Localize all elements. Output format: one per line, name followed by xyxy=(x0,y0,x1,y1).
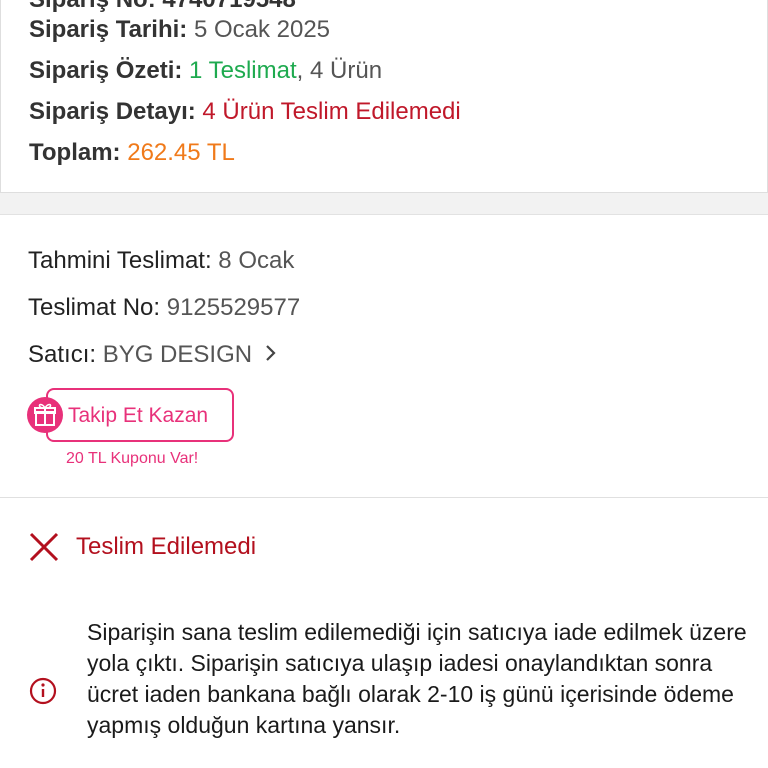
close-x-icon xyxy=(28,531,60,568)
delivery-number-label: Teslimat No: xyxy=(28,294,161,321)
chevron-right-icon xyxy=(265,341,277,369)
order-detail-row: Sipariş Detayı: 4 Ürün Teslim Edilemedi xyxy=(29,98,461,126)
delivery-number-value: 9125529577 xyxy=(166,294,301,321)
seller-label: Satıcı: xyxy=(28,341,97,368)
order-summary-card: Sipariş No: 4740719548 Sipariş Tarihi: 5… xyxy=(0,0,768,193)
status-info-message: Siparişin sana teslim edilemediği için s… xyxy=(87,619,747,738)
estimated-delivery-value: 8 Ocak xyxy=(218,247,295,274)
order-summary-delivery-link[interactable]: 1 Teslimat xyxy=(189,57,297,84)
seller-name-link[interactable]: BYG DESIGN xyxy=(103,341,252,368)
delivery-number-row: Teslimat No: 9125529577 xyxy=(28,294,300,322)
order-summary-label: Sipariş Özeti: xyxy=(29,57,183,84)
gift-icon xyxy=(27,397,63,433)
order-date-value: 5 Ocak 2025 xyxy=(193,16,331,43)
order-summary-row: Sipariş Özeti: 1 Teslimat, 4 Ürün xyxy=(29,57,382,85)
section-divider xyxy=(0,193,768,215)
order-number-text: Sipariş No: 4740719548 xyxy=(29,0,296,13)
order-summary-separator: , xyxy=(296,57,304,84)
delivery-status-label: Teslim Edilemedi xyxy=(76,533,257,560)
order-total-row: Toplam: 262.45 TL xyxy=(29,139,235,167)
order-number-partial: Sipariş No: 4740719548 xyxy=(29,0,296,14)
coupon-text: 20 TL Kuponu Var! xyxy=(66,450,199,467)
order-detail-label: Sipariş Detayı: xyxy=(29,98,196,125)
estimated-delivery-row: Tahmini Teslimat: 8 Ocak xyxy=(28,247,294,275)
order-total-value: 262.45 TL xyxy=(127,139,235,166)
info-icon xyxy=(29,677,57,710)
estimated-delivery-label: Tahmini Teslimat: xyxy=(28,247,212,274)
order-detail-value: 4 Ürün Teslim Edilemedi xyxy=(202,98,461,125)
seller-row[interactable]: Satıcı: BYG DESIGN xyxy=(28,341,277,369)
order-date-label: Sipariş Tarihi: xyxy=(29,16,188,43)
order-date-row: Sipariş Tarihi: 5 Ocak 2025 xyxy=(29,16,330,44)
order-summary-items: 4 Ürün xyxy=(310,57,383,84)
follow-and-earn-label[interactable]: Takip Et Kazan xyxy=(68,403,208,429)
order-total-label: Toplam: xyxy=(29,139,121,166)
